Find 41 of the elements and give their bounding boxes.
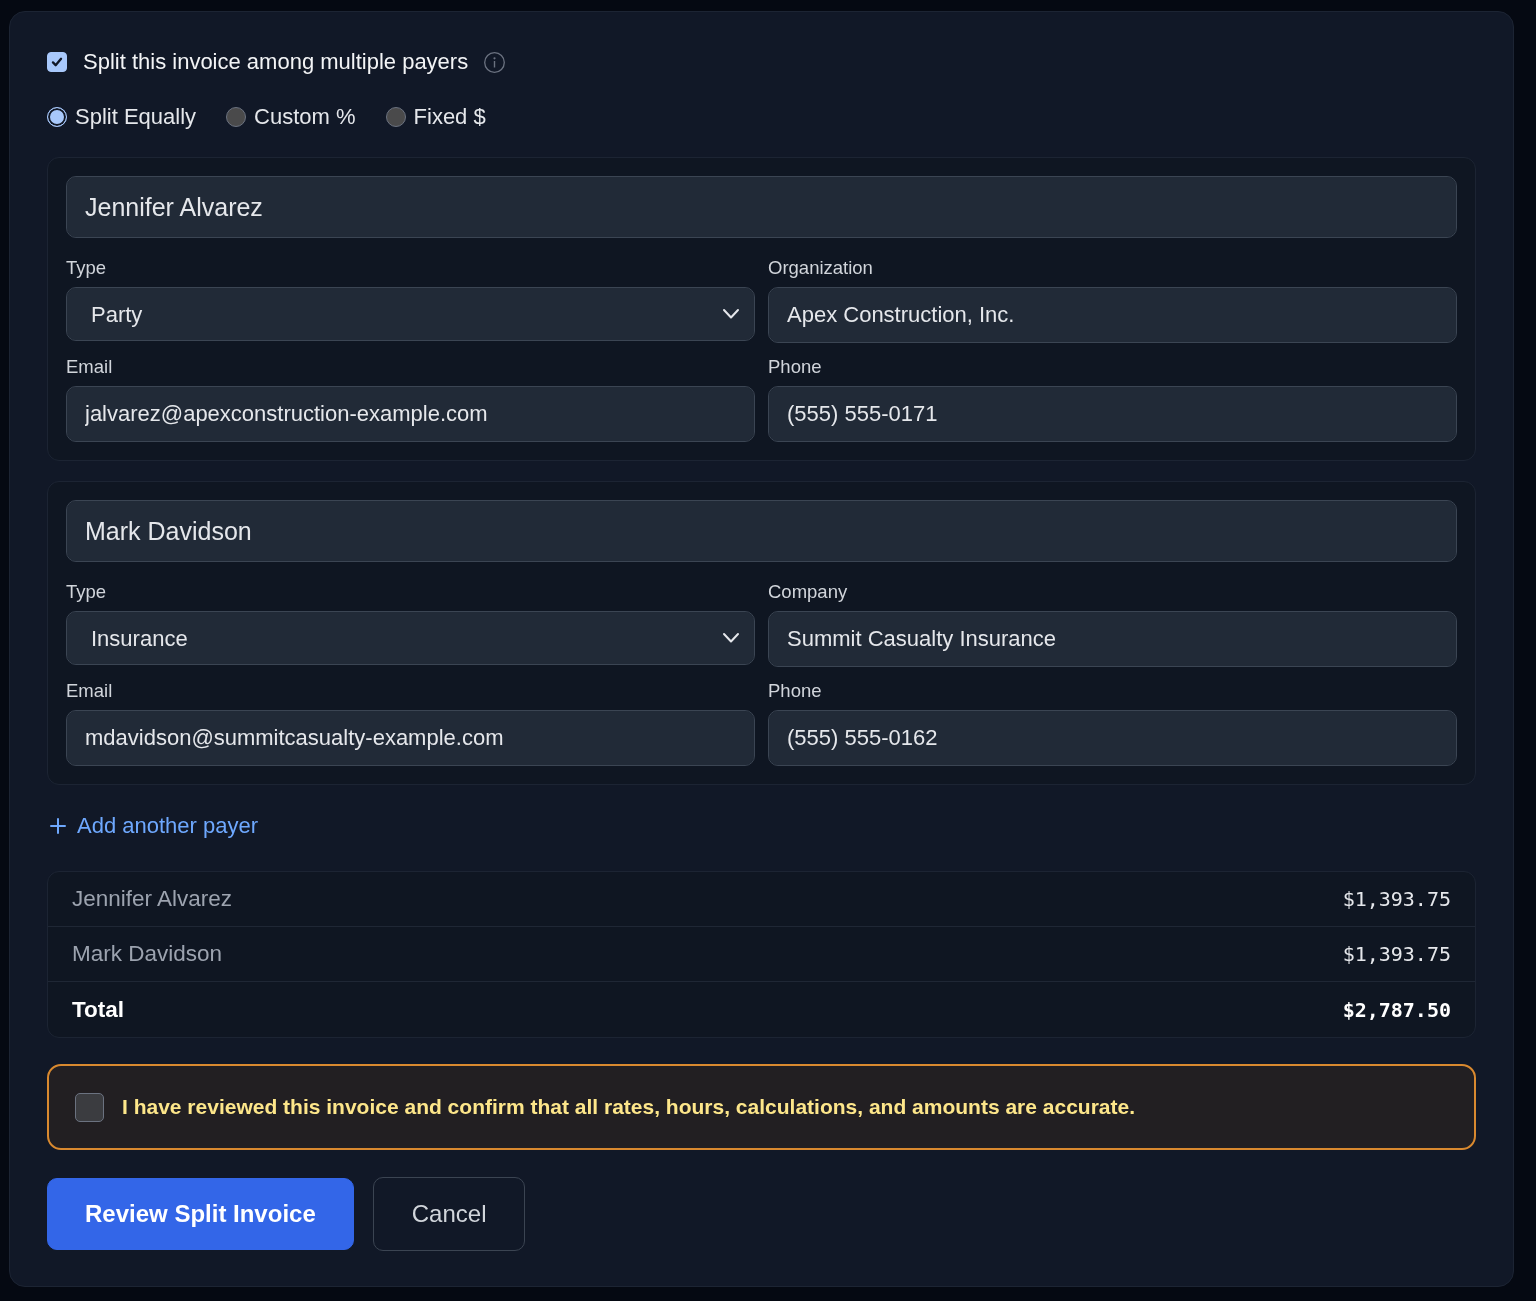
total-amount: $2,787.50 (1342, 996, 1451, 1024)
field-label: Phone (768, 356, 823, 378)
field-label: Phone (768, 680, 823, 702)
input-field[interactable]: Summit Casualty Insurance (768, 611, 1457, 667)
input-field[interactable]: (555) 555-0162 (768, 710, 1457, 766)
input-field[interactable]: mdavidson@summitcasualty-example.com (66, 710, 755, 766)
cancel-button[interactable]: Cancel (372, 1177, 526, 1251)
split-checkbox-label: Split this invoice among multiple payers (83, 48, 469, 76)
info-icon (484, 51, 506, 73)
split-method-radio[interactable] (385, 107, 406, 127)
split-method-label: Fixed $ (413, 103, 486, 131)
payer-name-text: Mark Davidson (72, 940, 223, 969)
field-label: Email (66, 356, 114, 378)
amount-text: $1,393.75 (1342, 941, 1451, 968)
input-field[interactable]: jalvarez@apexconstruction-example.com (66, 386, 755, 442)
payer-name-field[interactable]: Mark Davidson (66, 500, 1457, 562)
split-method-label: Custom % (254, 103, 356, 131)
split-checkbox[interactable] (47, 52, 67, 72)
split-method-radio[interactable] (47, 107, 67, 127)
payer-name-text: Jennifer Alvarez (72, 885, 233, 914)
input-field[interactable]: Apex Construction, Inc. (768, 287, 1457, 343)
field-label: Type (66, 257, 108, 279)
add-payer-link[interactable]: Add another payer (77, 812, 259, 840)
plus-icon (49, 817, 67, 835)
chevron-down-icon (722, 632, 740, 644)
submit-button[interactable]: Review Split Invoice (47, 1178, 354, 1250)
split-method-radio[interactable] (226, 107, 247, 127)
input-field[interactable]: (555) 555-0171 (768, 386, 1457, 442)
field-label: Type (66, 581, 108, 603)
confirm-checkbox[interactable] (75, 1092, 104, 1122)
field-label: Company (768, 581, 849, 603)
amount-text: $1,393.75 (1342, 886, 1451, 913)
chevron-down-icon (722, 308, 740, 320)
split-method-label: Split Equally (75, 103, 197, 131)
confirmation-text: I have reviewed this invoice and confirm that all rates, hours, calculations, and amounts are accurate. (122, 1094, 1135, 1121)
dropdown-field[interactable]: Insurance (66, 611, 755, 665)
dropdown-field[interactable]: Party (66, 287, 755, 341)
field-label: Organization (768, 257, 874, 279)
field-label: Email (66, 680, 114, 702)
payer-name-field[interactable]: Jennifer Alvarez (66, 176, 1457, 238)
total-label: Total (72, 995, 125, 1024)
